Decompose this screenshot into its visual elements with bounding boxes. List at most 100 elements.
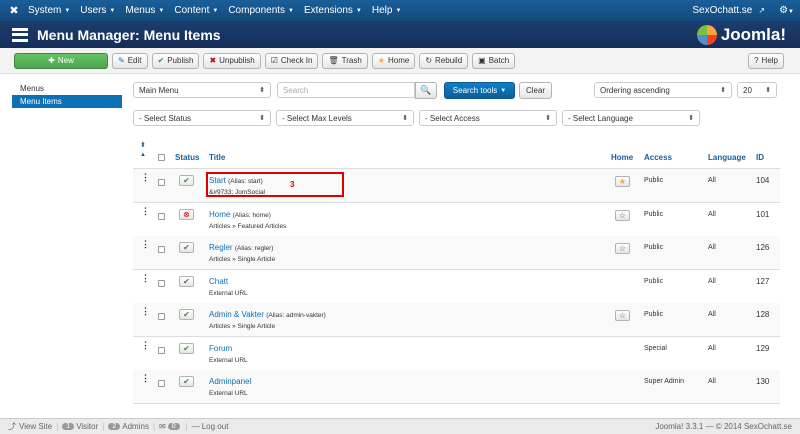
mail-icon[interactable]: ✉ <box>159 422 166 431</box>
site-name-link[interactable]: SexOchatt.se <box>692 5 752 16</box>
search-tools-button[interactable]: Search tools ▼ <box>444 82 515 99</box>
row-checkbox[interactable] <box>158 380 165 387</box>
ordering-select[interactable]: Ordering ascending ⬍ <box>594 82 732 98</box>
publish-button[interactable]: ✔ Publish <box>151 52 200 69</box>
search-placeholder: Search <box>283 85 309 95</box>
trash-button[interactable]: 🗑 Trash <box>322 52 368 69</box>
header-status[interactable]: Status <box>175 153 199 162</box>
max-levels-select[interactable]: - Select Max Levels ⬍ <box>276 110 414 126</box>
star-icon: ★ <box>377 56 385 65</box>
row-checkbox[interactable] <box>158 179 165 186</box>
menu-items-table: ⬍ ▲ Status Title Home Access Language ID <box>133 138 780 169</box>
sidebar-item-menus[interactable]: Menus <box>12 82 122 95</box>
select-all-checkbox[interactable] <box>158 154 165 161</box>
sidebar-item-label: Menus <box>20 84 45 93</box>
item-type: Articles » Single Article <box>209 256 276 263</box>
published-toggle[interactable]: ✔ <box>179 309 194 320</box>
status-filter-select[interactable]: - Select Status ⬍ <box>133 110 271 126</box>
external-link-icon[interactable]: ↗ <box>758 6 765 15</box>
row-checkbox[interactable] <box>158 280 165 287</box>
header-home[interactable]: Home <box>611 153 633 162</box>
menu-menus[interactable]: Menus ▼ <box>125 5 174 16</box>
menu-users[interactable]: Users ▼ <box>80 5 125 16</box>
search-input[interactable]: Search <box>277 82 415 98</box>
access-filter-select[interactable]: - Select Access ⬍ <box>419 110 557 126</box>
published-toggle[interactable]: ✔ <box>179 276 194 287</box>
header-title[interactable]: Title <box>209 153 225 162</box>
joomla-icon[interactable]: ✖ <box>0 4 28 17</box>
sidebar-item-menu-items[interactable]: Menu Items <box>12 95 122 108</box>
language-filter-select[interactable]: - Select Language ⬍ <box>562 110 700 126</box>
unpublished-toggle[interactable]: ⊗ <box>179 209 194 220</box>
drag-handle-icon[interactable]: ⋮ <box>141 374 150 383</box>
edit-button[interactable]: ✎ Edit <box>112 52 148 69</box>
menu-select[interactable]: Main Menu ⬍ <box>133 82 271 98</box>
home-toggle[interactable]: ★ <box>615 176 630 187</box>
row-checkbox[interactable] <box>158 213 165 220</box>
item-language: All <box>708 378 716 385</box>
header-id[interactable]: ID <box>756 153 764 162</box>
published-toggle[interactable]: ✔ <box>179 175 194 186</box>
unpublish-button[interactable]: ✖ Unpublish <box>203 52 261 69</box>
item-title-link[interactable]: Adminpanel <box>209 377 251 386</box>
item-id: 127 <box>756 277 770 286</box>
row-checkbox[interactable] <box>158 313 165 320</box>
row-checkbox[interactable] <box>158 246 165 253</box>
view-site-link[interactable]: View Site <box>19 422 52 431</box>
drag-handle-icon[interactable]: ⋮ <box>141 173 150 182</box>
batch-button[interactable]: ▣ Batch <box>472 52 516 69</box>
item-title-link[interactable]: Chatt <box>209 277 228 286</box>
admins-label: Admins <box>122 422 149 431</box>
access-filter-value: - Select Access <box>425 113 480 123</box>
menu-system[interactable]: System ▼ <box>28 5 80 16</box>
annotation-number: 3 <box>290 180 295 189</box>
help-button[interactable]: ? Help <box>748 52 784 69</box>
home-toggle[interactable]: ☆ <box>615 243 630 254</box>
menu-select-value: Main Menu <box>139 85 179 95</box>
item-title-link[interactable]: Admin & Vakter (Alias: admin-vakter) <box>209 310 326 319</box>
table-row: ⋮ ✔ Regler (Alias: regler) Articles » Singl… <box>133 236 780 270</box>
item-language: All <box>708 345 716 352</box>
drag-handle-icon[interactable]: ⋮ <box>141 341 150 350</box>
limit-select[interactable]: 20 ⬍ <box>737 82 777 98</box>
item-title-link[interactable]: Home (Alias: home) <box>209 210 271 219</box>
menu-help[interactable]: Help ▼ <box>372 5 412 16</box>
row-checkbox[interactable] <box>158 347 165 354</box>
rebuild-button[interactable]: ↻ Rebuild <box>419 52 469 69</box>
menu-components[interactable]: Components ▼ <box>228 5 304 16</box>
search-button[interactable]: 🔍 <box>415 82 437 99</box>
drag-handle-icon[interactable]: ⋮ <box>141 274 150 283</box>
caret-up-icon[interactable]: ▲ <box>140 152 146 158</box>
user-gear-icon[interactable]: ⚙▼ <box>779 5 794 16</box>
check-icon: ✔ <box>183 277 190 286</box>
item-access: Public <box>644 278 664 285</box>
footer-version: Joomla! 3.3.1 — © 2014 SexOchatt.se <box>655 422 792 431</box>
checkin-button[interactable]: ☑ Check In <box>264 52 319 69</box>
drag-handle-icon[interactable]: ⋮ <box>141 307 150 316</box>
joomla-logo-text: Joomla! <box>720 24 786 44</box>
new-button[interactable]: ✚ New <box>14 52 108 69</box>
published-toggle[interactable]: ✔ <box>179 343 194 354</box>
logout-link[interactable]: Log out <box>202 422 229 431</box>
home-toggle[interactable]: ☆ <box>615 210 630 221</box>
published-toggle[interactable]: ✔ <box>179 242 194 253</box>
item-title-link[interactable]: Forum <box>209 344 232 353</box>
item-title-link[interactable]: Regler (Alias: regler) <box>209 243 273 252</box>
drag-handle-icon[interactable]: ⋮ <box>141 207 150 216</box>
header-language[interactable]: Language <box>708 153 746 162</box>
page-title: Menu Manager: Menu Items <box>37 26 221 43</box>
item-id: 129 <box>756 344 770 353</box>
home-button[interactable]: ★ Home <box>371 52 416 69</box>
home-toggle[interactable]: ☆ <box>615 310 630 321</box>
header-access[interactable]: Access <box>644 153 672 162</box>
clear-button[interactable]: Clear <box>519 82 552 99</box>
drag-handle-icon[interactable]: ⋮ <box>141 240 150 249</box>
edit-label: Edit <box>127 56 142 65</box>
sort-ordering-icon[interactable]: ⬍ <box>140 141 146 149</box>
status-bar: ⤴ View Site | 1 Visitor | 2 Admins | ✉ 0… <box>0 418 800 434</box>
published-toggle[interactable]: ✔ <box>179 376 194 387</box>
menu-content[interactable]: Content ▼ <box>174 5 228 16</box>
menu-extensions[interactable]: Extensions ▼ <box>304 5 372 16</box>
item-type: External URL <box>209 290 248 297</box>
menu-label: Users <box>80 5 107 16</box>
